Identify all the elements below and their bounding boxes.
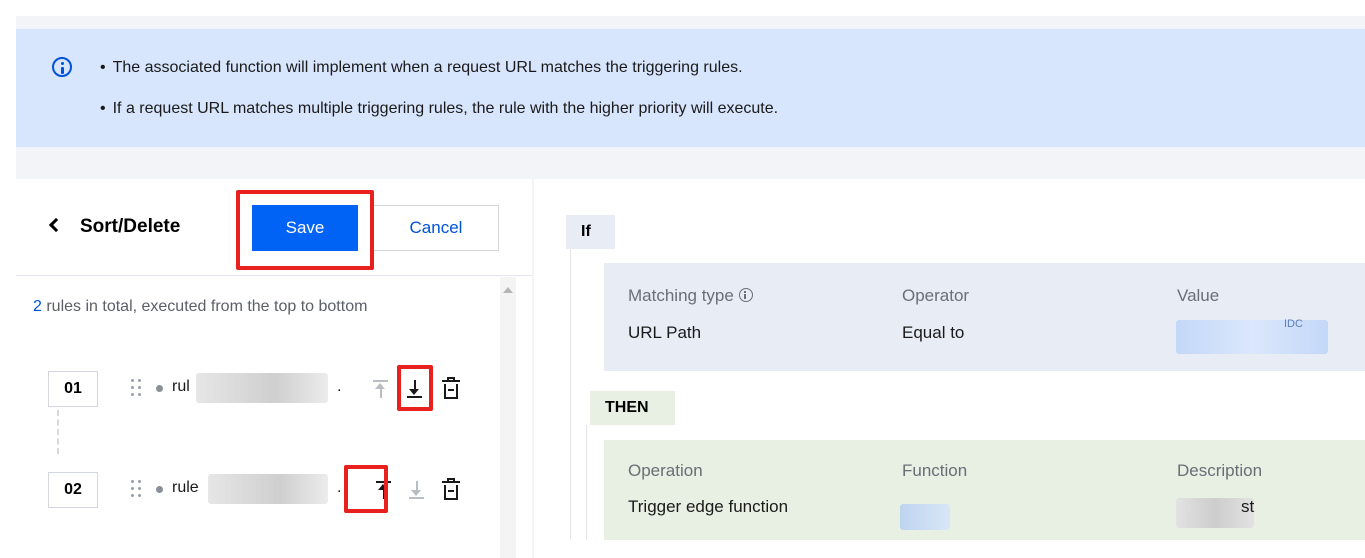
- delete-icon[interactable]: [439, 476, 463, 504]
- scrollbar[interactable]: [500, 277, 516, 558]
- move-to-top-icon[interactable]: [368, 375, 394, 403]
- notice-item: The associated function will implement w…: [100, 59, 743, 77]
- cancel-button[interactable]: Cancel: [373, 205, 499, 251]
- info-icon: [52, 57, 72, 77]
- action-col-label: Operation: [628, 461, 703, 480]
- rule-connector: [57, 410, 59, 454]
- info-icon[interactable]: [738, 288, 753, 302]
- condition-box: Matching type URL Path Operator Equal to…: [604, 263, 1365, 371]
- panel-title: Sort/Delete: [80, 216, 181, 237]
- condition-col-value: IDC: [1284, 318, 1303, 330]
- rules-summary-text: rules in total, executed from the top to…: [41, 298, 368, 315]
- highlight-box: [397, 365, 433, 411]
- status-dot: [156, 385, 163, 392]
- if-connector-line: [570, 249, 571, 539]
- sort-delete-panel: Sort/Delete Save Cancel 2 rules in total…: [16, 179, 532, 558]
- chevron-left-icon[interactable]: [48, 217, 64, 233]
- rules-list: 2 rules in total, executed from the top …: [16, 277, 516, 558]
- highlight-box: [236, 190, 374, 270]
- redacted-value: [1176, 320, 1328, 354]
- condition-col-value: Equal to: [902, 323, 965, 342]
- rule-row: 02 rule .: [48, 472, 488, 508]
- redacted-rule-name: [208, 474, 328, 504]
- condition-col-label: Value: [1177, 286, 1220, 305]
- rules-count: 2: [33, 298, 42, 315]
- action-col-label: Function: [902, 461, 968, 480]
- status-dot: [156, 486, 163, 493]
- rules-summary: 2 rules in total, executed from the top …: [33, 298, 367, 316]
- rule-name: rule: [172, 479, 199, 496]
- then-connector-line: [586, 425, 587, 540]
- drag-handle-icon[interactable]: [131, 480, 143, 498]
- rule-number: 01: [48, 371, 98, 407]
- rule-detail-panel: If Matching type URL Path Operator Equal…: [534, 179, 1365, 558]
- rule-name-suffix: .: [337, 378, 342, 395]
- notice-item: If a request URL matches multiple trigge…: [100, 100, 778, 118]
- scroll-up-icon[interactable]: [503, 287, 513, 293]
- if-tag: If: [566, 215, 615, 249]
- panel-header: Sort/Delete Save Cancel: [16, 179, 532, 276]
- action-col-value: Trigger edge function: [628, 497, 789, 516]
- action-col-value: st: [1241, 497, 1255, 516]
- condition-col-label: Operator: [902, 286, 970, 305]
- delete-icon[interactable]: [439, 375, 463, 403]
- action-box: Operation Trigger edge function Function…: [604, 440, 1365, 540]
- rule-name: rul: [172, 378, 190, 395]
- redacted-function: [900, 504, 950, 530]
- redacted-rule-name: [196, 373, 328, 403]
- action-col-label: Description: [1177, 461, 1263, 480]
- condition-col-label: Matching type: [628, 286, 753, 306]
- drag-handle-icon[interactable]: [131, 379, 143, 397]
- rule-name-suffix: .: [337, 479, 342, 496]
- condition-col-value: URL Path: [628, 323, 702, 342]
- move-to-bottom-icon[interactable]: [404, 476, 430, 504]
- info-notice: The associated function will implement w…: [16, 29, 1365, 147]
- then-tag: THEN: [590, 391, 675, 425]
- highlight-box: [344, 465, 388, 513]
- rule-number: 02: [48, 472, 98, 508]
